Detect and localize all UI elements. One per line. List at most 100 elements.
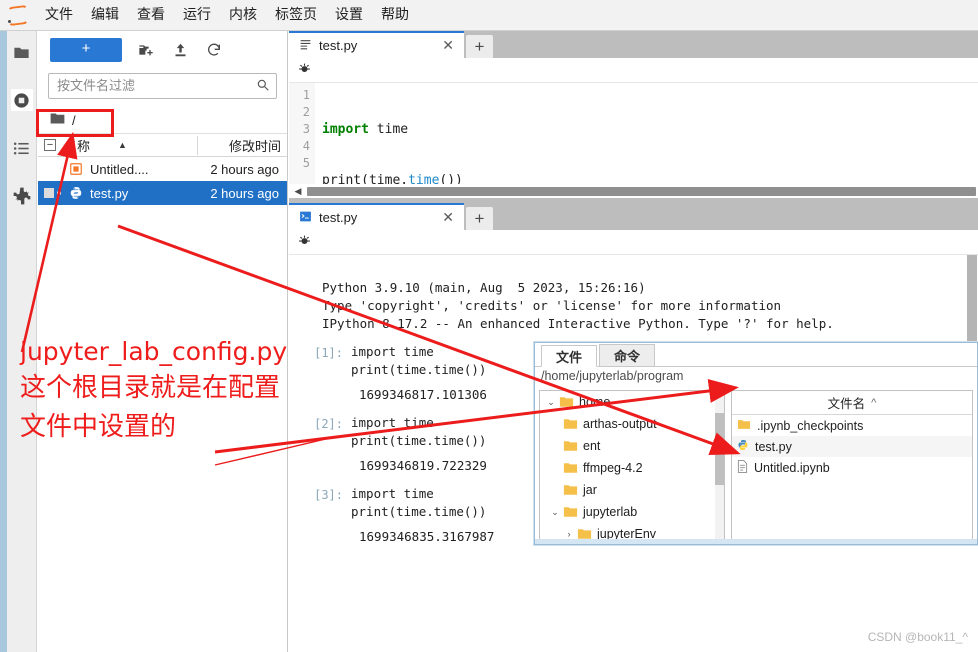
dialog-tab-files[interactable]: 文件 — [541, 345, 598, 367]
tree-item-ent[interactable]: ent — [540, 435, 724, 457]
add-tab-button[interactable]: + — [466, 35, 493, 58]
list-item-label: Untitled.ipynb — [754, 460, 830, 475]
breadcrumb-path: / — [72, 112, 76, 128]
chevron-down-icon[interactable]: ⌄ — [548, 507, 562, 518]
filter-input[interactable] — [48, 73, 277, 99]
tree-item-jar[interactable]: jar — [540, 479, 724, 501]
stop-circle-icon[interactable] — [10, 89, 33, 111]
editor-panel: test.py ✕ + 1 2 3 4 5 import time print(… — [289, 31, 978, 198]
debug-bug-icon[interactable] — [298, 62, 311, 78]
menu-item-view[interactable]: 查看 — [128, 0, 174, 31]
editor-horizontal-scrollbar[interactable]: ◀ — [289, 184, 978, 198]
line-number-gutter: 1 2 3 4 5 — [289, 83, 315, 184]
row-marks — [44, 188, 66, 198]
tree-scrollbar[interactable] — [715, 391, 724, 539]
menu-item-help[interactable]: 帮助 — [372, 0, 418, 31]
list-item-untitled-ipynb[interactable]: Untitled.ipynb — [732, 457, 972, 478]
puzzle-icon[interactable] — [11, 185, 33, 207]
chevron-right-icon[interactable]: › — [562, 529, 576, 539]
search-icon — [256, 78, 270, 95]
file-name: test.py — [90, 185, 129, 201]
menu-item-run[interactable]: 运行 — [174, 0, 220, 31]
folder-icon — [562, 440, 579, 452]
directory-tree[interactable]: ⌄ home arthas-output ent ffmpeg-4.2 jar … — [539, 390, 725, 540]
menu-item-tabs[interactable]: 标签页 — [266, 0, 326, 31]
tree-item-home[interactable]: ⌄ home — [540, 391, 724, 413]
notebook-icon — [66, 162, 86, 176]
file-list-pane[interactable]: 文件名 ^ .ipynb_checkpoints test.py Untitle… — [731, 390, 973, 540]
new-launcher-button[interactable]: + — [50, 38, 122, 62]
tab-editor-testpy[interactable]: test.py ✕ — [289, 31, 464, 58]
python-icon — [66, 186, 86, 200]
column-name[interactable]: 名称 ▲ — [64, 136, 197, 155]
editor-tabbar: test.py ✕ + — [289, 31, 978, 58]
debug-bug-icon[interactable] — [298, 234, 311, 250]
select-all-checkbox[interactable]: − — [44, 139, 56, 151]
upload-icon[interactable] — [170, 40, 190, 60]
scroll-left-icon[interactable]: ◀ — [289, 186, 307, 197]
dialog-tab-commands[interactable]: 命令 — [599, 344, 656, 366]
checkbox-checked-icon[interactable] — [44, 188, 54, 198]
scrollbar-thumb[interactable] — [307, 186, 976, 196]
dialog-columns: ⌄ home arthas-output ent ffmpeg-4.2 jar … — [539, 390, 973, 540]
refresh-icon[interactable] — [204, 40, 224, 60]
tree-item-label: jar — [583, 483, 597, 497]
tree-item-ffmpeg[interactable]: ffmpeg-4.2 — [540, 457, 724, 479]
folder-icon — [562, 506, 579, 518]
console-tabbar: test.py ✕ + — [289, 203, 978, 230]
new-folder-icon[interactable] — [136, 40, 156, 60]
folder-icon — [562, 484, 579, 496]
add-tab-button[interactable]: + — [466, 207, 493, 230]
code-area[interactable]: import time print(time.time()) — [315, 83, 978, 188]
cell-code: import time print(time.time()) — [351, 415, 487, 448]
column-modified[interactable]: 修改时间 — [197, 135, 287, 155]
cell-prompt: [3]: — [314, 488, 343, 502]
tree-item-jupyterenv[interactable]: › jupyterEnv — [540, 523, 724, 539]
chevron-down-icon[interactable]: ⌄ — [544, 397, 558, 408]
file-manager-dialog: 文件 命令 /home/jupyterlab/program ⌄ home ar… — [534, 342, 978, 545]
close-icon[interactable]: ✕ — [438, 209, 458, 226]
file-list-header: − 名称 ▲ 修改时间 — [38, 133, 287, 157]
kernel-banner: Python 3.9.10 (main, Aug 5 2023, 15:26:1… — [322, 280, 834, 331]
file-list-header[interactable]: 文件名 ^ — [732, 391, 972, 415]
notebook-file-icon — [737, 459, 748, 476]
watermark: CSDN @book11_^ — [867, 630, 968, 644]
line-number: 2 — [302, 105, 310, 119]
list-item-checkpoints[interactable]: .ipynb_checkpoints — [732, 415, 972, 436]
tab-console-testpy[interactable]: test.py ✕ — [289, 203, 464, 230]
folder-icon[interactable] — [11, 41, 33, 63]
breadcrumb[interactable]: / — [38, 107, 287, 133]
list-item-label: test.py — [755, 439, 792, 454]
close-icon[interactable]: ✕ — [438, 37, 458, 54]
list-icon[interactable] — [11, 137, 33, 159]
menu-item-edit[interactable]: 编辑 — [82, 0, 128, 31]
dialog-path[interactable]: /home/jupyterlab/program — [535, 367, 977, 386]
column-filename: 文件名 — [827, 397, 866, 411]
menu-item-settings[interactable]: 设置 — [326, 0, 372, 31]
list-item-testpy[interactable]: test.py — [732, 436, 972, 457]
filter-box — [48, 73, 277, 99]
file-row-untitled[interactable]: Untitled.... 2 hours ago — [38, 157, 287, 181]
tree-item-label: ffmpeg-4.2 — [583, 461, 643, 475]
menu-item-kernel[interactable]: 内核 — [220, 0, 266, 31]
menu-item-file[interactable]: 文件 — [36, 0, 82, 31]
tab-label: test.py — [319, 38, 358, 53]
scrollbar-thumb[interactable] — [715, 413, 724, 485]
tab-label: test.py — [319, 210, 358, 225]
line-number: 1 — [302, 88, 310, 102]
cell-prompt: [2]: — [314, 417, 343, 431]
editor-toolbar — [289, 58, 978, 83]
tree-item-jupyterlab[interactable]: ⌄ jupyterlab — [540, 501, 724, 523]
file-row-testpy[interactable]: test.py 2 hours ago — [38, 181, 287, 205]
file-modified: 2 hours ago — [210, 161, 279, 177]
jupyter-logo — [0, 0, 36, 31]
folder-icon — [562, 462, 579, 474]
menu-bar: 文件 编辑 查看 运行 内核 标签页 设置 帮助 — [0, 0, 978, 31]
tree-item-label: arthas-output — [583, 417, 657, 431]
tree-item-arthas-output[interactable]: arthas-output — [540, 413, 724, 435]
editor-body[interactable]: 1 2 3 4 5 import time print(time.time()) — [289, 83, 978, 188]
sort-ascending-icon: ^ — [871, 396, 877, 409]
tree-item-label: jupyterlab — [583, 505, 638, 519]
console-icon — [299, 210, 312, 226]
code-line: import time — [322, 121, 978, 138]
